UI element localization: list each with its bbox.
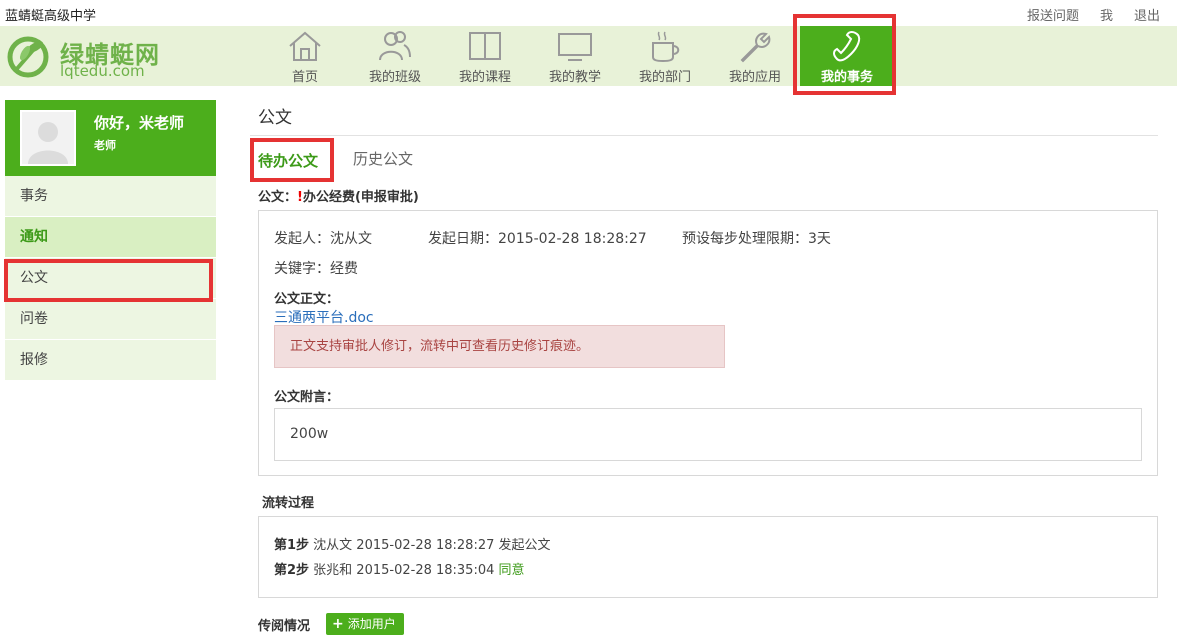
tab-pending-documents[interactable]: 待办公文: [258, 150, 318, 171]
revision-alert: 正文支持审批人修订，流转中可查看历史修订痕迹。: [274, 325, 725, 368]
nav-label: 我的部门: [638, 70, 691, 85]
sidebar-item-affairs[interactable]: 事务: [5, 176, 216, 217]
document-heading: 公文：!办公经费(申报审批): [258, 186, 419, 205]
nav-label: 我的教学: [548, 70, 601, 85]
divider: [250, 135, 1158, 136]
nav-my-teaching[interactable]: 我的教学: [530, 26, 620, 86]
sidebar-item-repair[interactable]: 报修: [5, 340, 216, 381]
nav-my-department[interactable]: 我的部门: [620, 26, 710, 86]
flow-panel: 第1步 沈从文 2015-02-28 18:28:27 发起公文 第2步 张兆和…: [258, 516, 1158, 598]
main-nav: 首页 我的班级 我的课程 我的教学 我的部门 我的应用 我的事务: [260, 26, 894, 86]
keyword: 关键字：经费: [274, 261, 358, 277]
nav-my-apps[interactable]: 我的应用: [710, 26, 800, 86]
sidebar-item-document[interactable]: 公文: [5, 258, 216, 299]
step-status: 同意: [498, 563, 525, 578]
circulation-title: 传阅情况: [258, 619, 311, 634]
plus-icon: +: [332, 616, 344, 632]
home-icon: [289, 31, 321, 61]
document-note-label: 公文附言：: [274, 390, 340, 405]
flow-title: 流转过程: [262, 496, 315, 511]
document-title: 办公经费(申报审批): [302, 190, 419, 205]
document-detail-panel: 发起人：沈从文 发起日期：2015-02-28 18:28:27 预设每步处理限…: [258, 210, 1158, 476]
initiator: 发起人：沈从文: [274, 231, 372, 247]
add-user-label: 添加用户: [347, 617, 396, 631]
nav-my-affairs[interactable]: 我的事务: [800, 26, 894, 86]
main-header: 绿蜻蜓网 lqtedu.com 首页 我的班级 我的课程 我的教学 我的部门 我…: [0, 26, 1177, 86]
document-body-label: 公文正文：: [274, 292, 340, 307]
logout-link[interactable]: 退出: [1134, 5, 1160, 24]
sidebar-menu: 事务 通知 公文 问卷 报修: [5, 176, 216, 381]
wrench-icon: [740, 32, 771, 63]
top-links: 报送问题 我 退出: [1027, 5, 1160, 24]
monitor-icon: [558, 33, 592, 61]
nav-label: 我的事务: [820, 70, 873, 85]
step-number: 第2步: [274, 563, 310, 578]
flow-step: 第2步 张兆和 2015-02-28 18:35:04 同意: [274, 559, 525, 578]
greeting: 你好，米老师: [94, 114, 185, 132]
users-icon: [379, 31, 411, 61]
book-icon: [469, 32, 501, 60]
start-date: 发起日期：2015-02-28 18:28:27: [428, 231, 647, 247]
nav-label: 我的课程: [458, 70, 511, 85]
document-heading-prefix: 公文：: [258, 190, 298, 205]
school-name: 蓝蜻蜓高级中学: [5, 9, 97, 24]
document-meta-row: 发起人：沈从文 发起日期：2015-02-28 18:28:27 预设每步处理限…: [274, 228, 831, 248]
step-deadline: 预设每步处理限期：3天: [682, 231, 831, 247]
step-detail: 沈从文 2015-02-28 18:28:27 发起公文: [309, 538, 551, 553]
phone-icon: [833, 31, 861, 62]
nav-home[interactable]: 首页: [260, 26, 350, 86]
flow-step: 第1步 沈从文 2015-02-28 18:28:27 发起公文: [274, 534, 551, 553]
cup-icon: [652, 31, 680, 63]
page-title: 公文: [258, 108, 292, 128]
nav-label: 我的应用: [728, 70, 781, 85]
logo-text-en: lqtedu.com: [60, 62, 145, 80]
user-role: 老师: [94, 139, 116, 152]
top-bar: 蓝蜻蜓高级中学 报送问题 我 退出: [0, 0, 1177, 26]
sidebar-item-survey[interactable]: 问卷: [5, 299, 216, 340]
document-note: 200w: [274, 408, 1142, 461]
default-avatar-icon: [22, 112, 74, 164]
tab-history-documents[interactable]: 历史公文: [353, 148, 413, 169]
nav-my-class[interactable]: 我的班级: [350, 26, 440, 86]
step-number: 第1步: [274, 538, 310, 553]
sidebar-item-notice[interactable]: 通知: [5, 217, 216, 258]
nav-my-course[interactable]: 我的课程: [440, 26, 530, 86]
dragonfly-logo-icon: [7, 36, 49, 78]
attachment-link[interactable]: 三通两平台.doc: [274, 307, 374, 327]
avatar[interactable]: [20, 110, 76, 166]
nav-label: 我的班级: [368, 70, 421, 85]
me-link[interactable]: 我: [1100, 5, 1113, 24]
step-detail: 张兆和 2015-02-28 18:35:04: [309, 563, 499, 578]
add-user-button[interactable]: + 添加用户: [326, 613, 404, 635]
report-issue-link[interactable]: 报送问题: [1027, 5, 1079, 24]
user-profile-card: 你好，米老师 老师: [5, 100, 216, 176]
nav-label: 首页: [291, 70, 318, 85]
site-logo[interactable]: 绿蜻蜓网 lqtedu.com: [5, 29, 165, 83]
